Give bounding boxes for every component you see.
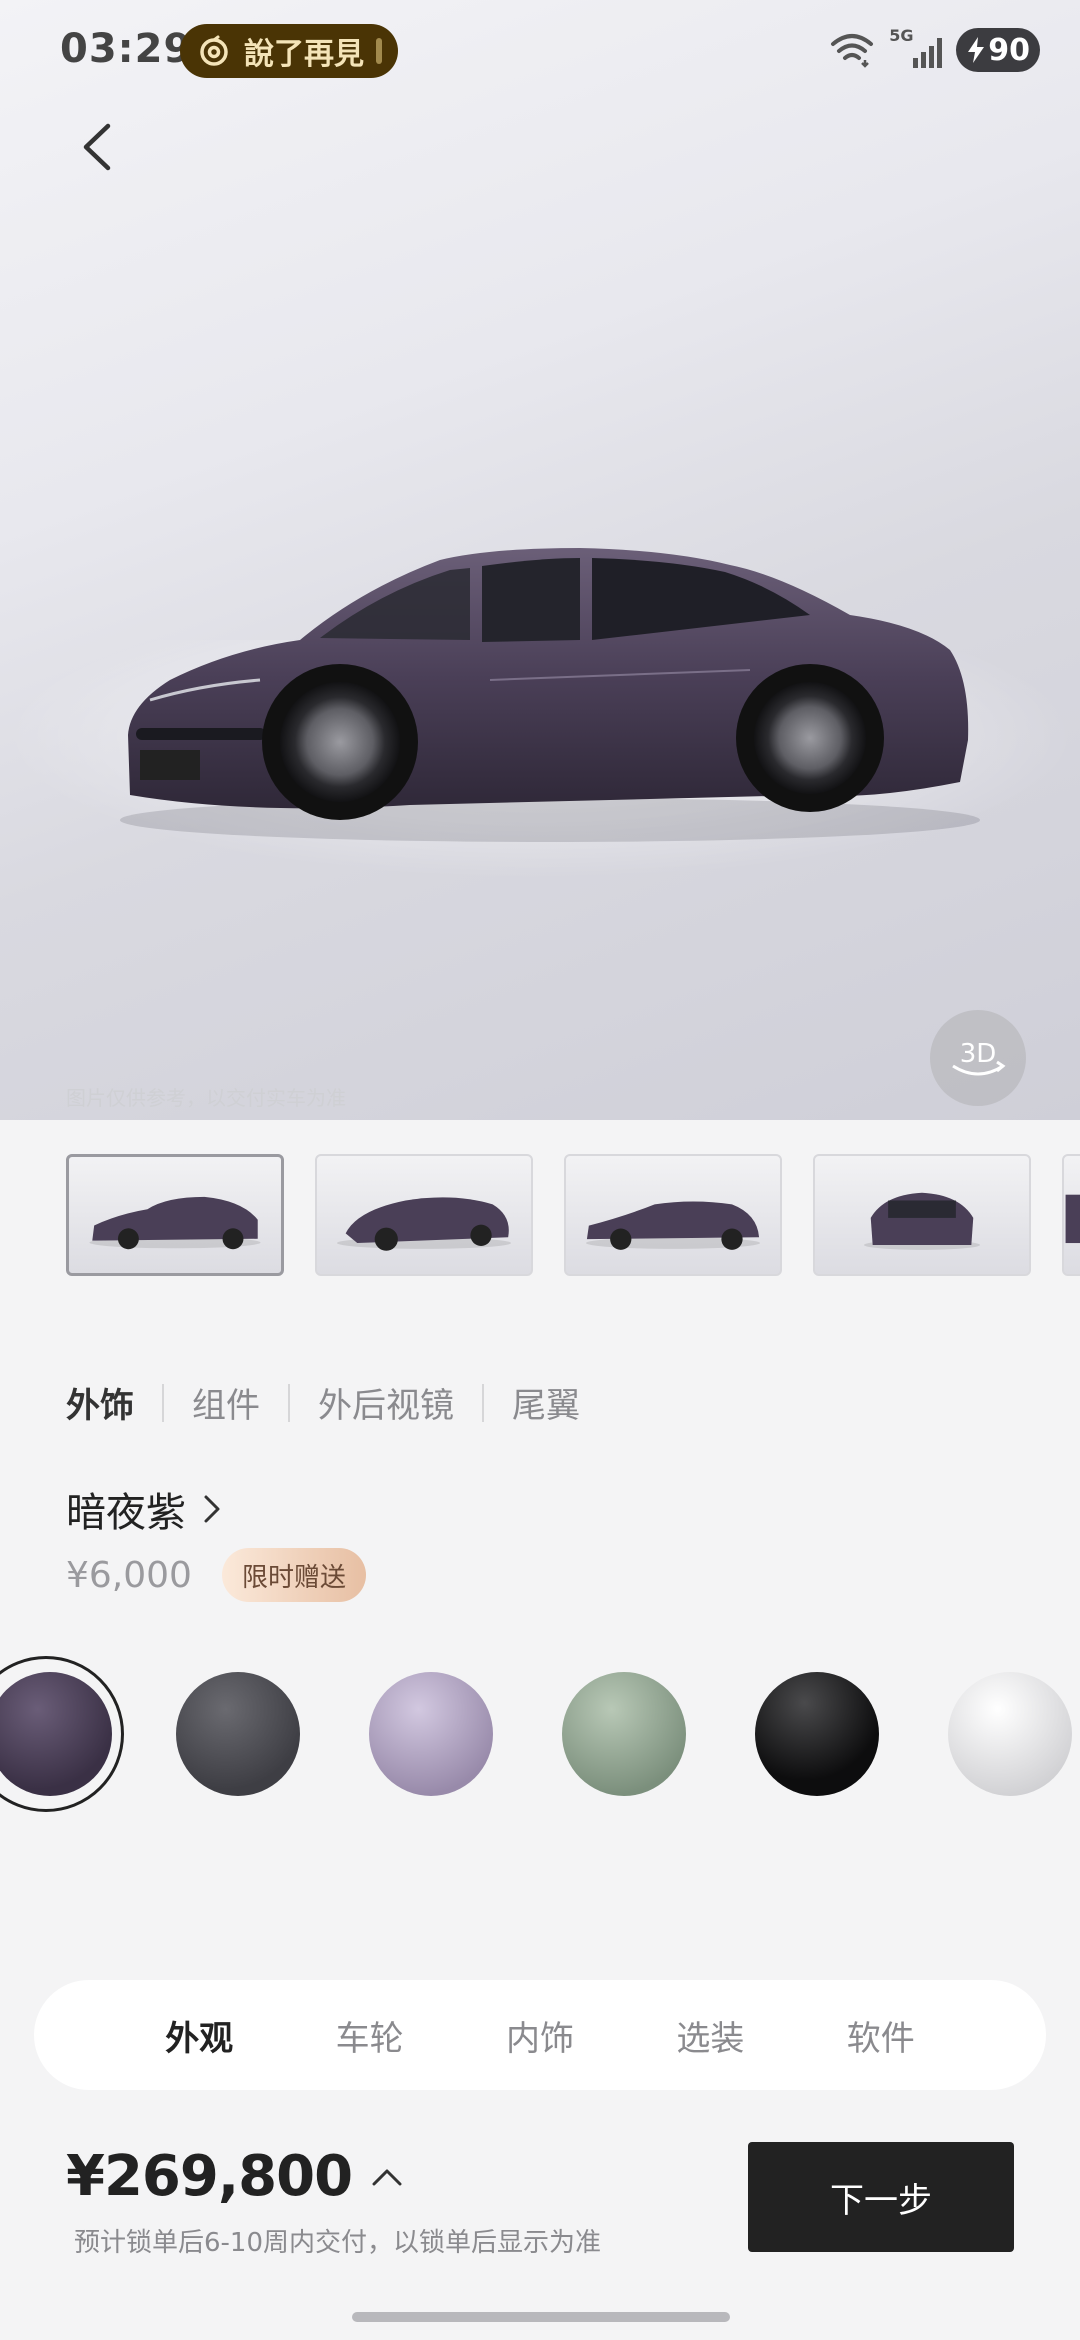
sub-tab-spoiler[interactable]: 尾翼 <box>512 1378 580 1427</box>
music-app-icon <box>200 35 228 66</box>
delivery-note: 预计锁单后6-10周内交付，以锁单后显示为准 <box>74 2228 602 2258</box>
wifi-icon <box>831 34 874 68</box>
swatch-lavender[interactable] <box>369 1672 493 1796</box>
tab-exterior[interactable]: 外观 <box>165 2011 233 2060</box>
battery-indicator: 90 <box>956 28 1040 72</box>
car-image <box>120 548 980 842</box>
status-time: 03:29 <box>60 26 193 72</box>
charging-bolt-icon <box>968 37 985 63</box>
exterior-sub-tabs: 外饰 组件 外后视镜 尾翼 <box>66 1378 580 1427</box>
thumbnail-front[interactable] <box>813 1154 1032 1276</box>
home-indicator[interactable] <box>352 2312 730 2322</box>
divider <box>288 1383 290 1422</box>
sub-tab-components[interactable]: 组件 <box>192 1378 260 1427</box>
view-3d-button[interactable]: 3D <box>930 1010 1026 1106</box>
thumbnail-side-front[interactable] <box>66 1154 284 1276</box>
music-title: 說了再見 <box>244 37 364 72</box>
promo-badge: 限时赠送 <box>221 1548 366 1602</box>
sub-tab-mirrors[interactable]: 外后视镜 <box>318 1378 454 1427</box>
color-option-price: ¥6,000 <box>66 1554 192 1596</box>
next-step-button[interactable]: 下一步 <box>748 2142 1014 2252</box>
swatch-dark-gray[interactable] <box>176 1672 300 1796</box>
car-configurator-page: 03:29 說了再見 5G 90 图片仅供参考，以交付实车为准 3D 外饰 组件… <box>0 0 1080 2340</box>
divider <box>162 1383 164 1422</box>
tab-interior[interactable]: 内饰 <box>506 2011 574 2060</box>
tab-wheels[interactable]: 车轮 <box>336 2011 404 2060</box>
status-bar: 03:29 說了再見 5G 90 <box>0 0 1080 100</box>
config-category-nav: 外观 车轮 内饰 选装 软件 <box>34 1980 1046 2090</box>
thumbnail-side[interactable] <box>564 1154 783 1276</box>
sub-tab-exterior-paint[interactable]: 外饰 <box>66 1378 134 1427</box>
total-price-toggle[interactable]: ¥269,800 <box>66 2144 404 2209</box>
total-price: ¥269,800 <box>66 2144 353 2209</box>
selected-color-name[interactable]: 暗夜紫 <box>66 1480 222 1538</box>
swatch-white[interactable] <box>948 1672 1072 1796</box>
color-price-row: ¥6,000 限时赠送 <box>66 1548 366 1602</box>
music-visualizer <box>376 38 382 64</box>
view-3d-label: 3D <box>960 1039 997 1069</box>
swatch-black[interactable] <box>755 1672 879 1796</box>
rotate-3d-icon: 3D <box>952 1039 1006 1076</box>
image-disclaimer: 图片仅供参考，以交付实车为准 <box>66 1086 346 1110</box>
chevron-up-icon <box>372 2169 402 2185</box>
thumbnail-rear-three-quarter[interactable] <box>315 1154 534 1276</box>
back-arrow-icon[interactable] <box>70 112 126 182</box>
divider <box>482 1383 484 1422</box>
thumbnail-partial[interactable] <box>1062 1154 1080 1276</box>
view-thumbnails <box>66 1154 1080 1278</box>
chevron-right-icon <box>204 1495 220 1523</box>
cellular-signal-icon: 5G <box>889 26 943 68</box>
now-playing-pill[interactable]: 說了再見 <box>180 24 398 78</box>
battery-level: 90 <box>988 32 1030 68</box>
tab-software[interactable]: 软件 <box>847 2011 915 2060</box>
swatch-sage-green[interactable] <box>562 1672 686 1796</box>
color-name-text: 暗夜紫 <box>66 1490 186 1536</box>
network-type: 5G <box>889 26 914 45</box>
tab-options[interactable]: 选装 <box>676 2011 744 2060</box>
status-icons: 5G 90 <box>829 26 1040 72</box>
